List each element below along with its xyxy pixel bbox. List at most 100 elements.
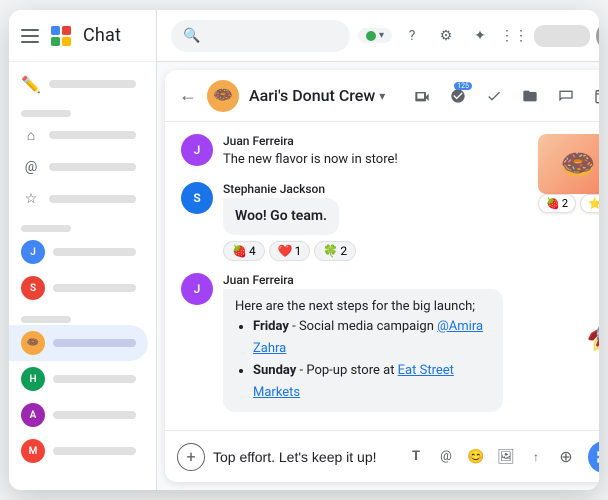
donut-visual: 🍩 — [538, 134, 599, 194]
menu-icon[interactable] — [21, 29, 39, 43]
sidebar-item-compose[interactable]: ✏️ — [9, 68, 148, 100]
search-box[interactable]: 🔍 — [171, 20, 350, 52]
spaces-divider — [21, 316, 71, 323]
sidebar-item-person1[interactable]: J — [9, 234, 148, 270]
compose-bar: + T @ 😊 🖼 ↑ ⊕ — [165, 430, 599, 482]
sidebar-nav: ✏️ ⌂ @ ☆ — [9, 68, 156, 471]
calendar-button[interactable] — [586, 80, 599, 112]
reaction-clover[interactable]: 🍀 2 — [314, 241, 356, 261]
folder-button[interactable] — [514, 80, 546, 112]
topbar-icons: ▾ ? ⚙ ✦ ⋮⋮ — [358, 21, 599, 51]
msg2-bubble: Woo! Go team. — [223, 198, 339, 235]
tasks-button[interactable]: 125 — [442, 80, 474, 112]
donut-image: 🍩 — [538, 134, 599, 194]
reaction-strawberry-count: 4 — [249, 244, 256, 258]
h-label — [53, 375, 136, 383]
msg3-bullet-sunday: Sunday - Pop-up store at Eat Street Mark… — [253, 360, 491, 404]
mention-button[interactable]: @ — [432, 443, 460, 471]
msg3-bullet-friday: Friday - Social media campaign @Amira Za… — [253, 316, 491, 360]
nav-section: ⌂ @ ☆ — [9, 102, 156, 217]
emoji-button[interactable]: 😊 — [462, 443, 490, 471]
person1-avatar: J — [21, 240, 45, 264]
star-icon: ☆ — [21, 189, 41, 209]
msg3-intro: Here are the next steps for the big laun… — [235, 297, 491, 317]
message-row-2: S Stephanie Jackson Woo! Go team. — [181, 182, 599, 235]
chat-title-chevron[interactable]: ▾ — [379, 89, 385, 103]
video-call-button[interactable] — [406, 80, 438, 112]
chat-header: ← 🍩 Aari's Donut Crew ▾ 125 — [165, 70, 599, 122]
sidebar-item-mentions[interactable]: @ — [9, 151, 148, 183]
apps-chat-button[interactable] — [550, 80, 582, 112]
msg1-avatar: J — [181, 134, 213, 166]
msg3-sender: Juan Ferreira — [223, 273, 599, 287]
strawberry-count: 2 — [562, 197, 568, 210]
sidebar-item-person2[interactable]: S — [9, 270, 148, 306]
search-icon: 🔍 — [183, 28, 200, 44]
reaction-strawberry[interactable]: 🍓 4 — [223, 241, 265, 261]
msg2-reactions: 🍓 4 ❤️ 1 🍀 2 — [223, 241, 599, 261]
group-avatar: 🍩 — [207, 80, 239, 112]
send-button[interactable] — [588, 441, 599, 473]
person2-avatar: S — [21, 276, 45, 300]
app-title: Chat — [83, 25, 121, 46]
people-section: J S — [9, 217, 156, 308]
person2-label — [53, 284, 136, 292]
message-group-1: J Juan Ferreira The new flavor is now in… — [181, 134, 599, 170]
space3-label — [53, 447, 136, 455]
bookmark-button[interactable]: ✦ — [466, 22, 494, 50]
friday-label: Friday — [253, 319, 289, 334]
sidebar-item-donut-crew[interactable]: 🍩 — [9, 325, 148, 361]
apps-button[interactable]: ⋮⋮ — [500, 22, 528, 50]
message-row-3: J Juan Ferreira Here are the next steps … — [181, 273, 599, 413]
help-button[interactable]: ? — [398, 22, 426, 50]
msg2-avatar: S — [181, 182, 213, 214]
spaces-section: 🍩 H A M — [9, 308, 156, 471]
message-group-2: S Stephanie Jackson Woo! Go team. 🍓 4 ❤️… — [181, 182, 599, 261]
msg3-list: Friday - Social media campaign @Amira Za… — [235, 316, 491, 404]
image-reaction-strawberry[interactable]: 🍓 2 — [538, 194, 576, 213]
section-divider — [21, 110, 71, 117]
messages-area: 🍩 🍓 2 ⭐ 1 J Juan Ferreira The new flavor — [165, 122, 599, 430]
image-upload-button[interactable]: 🖼 — [492, 443, 520, 471]
reaction-heart-count: 1 — [295, 244, 302, 258]
msg3-bubble: Here are the next steps for the big laun… — [223, 289, 503, 413]
image-reaction-star[interactable]: ⭐ 1 — [580, 194, 599, 213]
sidebar-item-h[interactable]: H — [9, 361, 148, 397]
star-label — [49, 195, 136, 203]
compose-label — [49, 80, 136, 88]
back-button[interactable]: ← — [179, 85, 197, 106]
donut-crew-avatar: 🍩 — [21, 331, 45, 355]
h-avatar: H — [21, 367, 45, 391]
space3-avatar: M — [21, 439, 45, 463]
chat-container: ← 🍩 Aari's Donut Crew ▾ 125 — [165, 70, 599, 482]
mention-icon: @ — [21, 157, 41, 177]
add-attachment-button[interactable]: + — [177, 443, 205, 471]
home-label — [49, 131, 136, 139]
check-button[interactable] — [478, 80, 510, 112]
msg1-highlight: flavor — [275, 152, 307, 167]
status-indicator[interactable]: ▾ — [358, 28, 392, 43]
app-window: Chat ✏️ ⌂ @ ☆ — [9, 10, 599, 490]
chat-title: Aari's Donut Crew ▾ — [249, 86, 385, 105]
upload-button[interactable]: ↑ — [522, 443, 550, 471]
sidebar-header: Chat — [9, 10, 156, 62]
home-icon: ⌂ — [21, 125, 41, 145]
compose-input[interactable] — [213, 449, 394, 465]
space2-label — [53, 411, 136, 419]
user-avatar[interactable] — [596, 21, 599, 51]
msg3-avatar: J — [181, 273, 213, 305]
status-chevron: ▾ — [379, 30, 384, 41]
more-button[interactable]: ⊕ — [552, 443, 580, 471]
sidebar-item-starred[interactable]: ☆ — [9, 183, 148, 215]
sidebar-item-home[interactable]: ⌂ — [9, 119, 148, 151]
sidebar-item-space2[interactable]: A — [9, 397, 148, 433]
people-divider — [21, 225, 71, 232]
main-content: 🔍 ▾ ? ⚙ ✦ ⋮⋮ ← 🍩 Aari's — [157, 10, 599, 490]
format-button[interactable]: T — [402, 443, 430, 471]
reaction-heart[interactable]: ❤️ 1 — [269, 241, 311, 261]
msg3-content: Juan Ferreira Here are the next steps fo… — [223, 273, 599, 413]
chat-header-actions: 125 — [406, 80, 599, 112]
image-reactions: 🍓 2 ⭐ 1 — [538, 194, 599, 213]
settings-button[interactable]: ⚙ — [432, 22, 460, 50]
sidebar-item-space3[interactable]: M — [9, 433, 148, 469]
